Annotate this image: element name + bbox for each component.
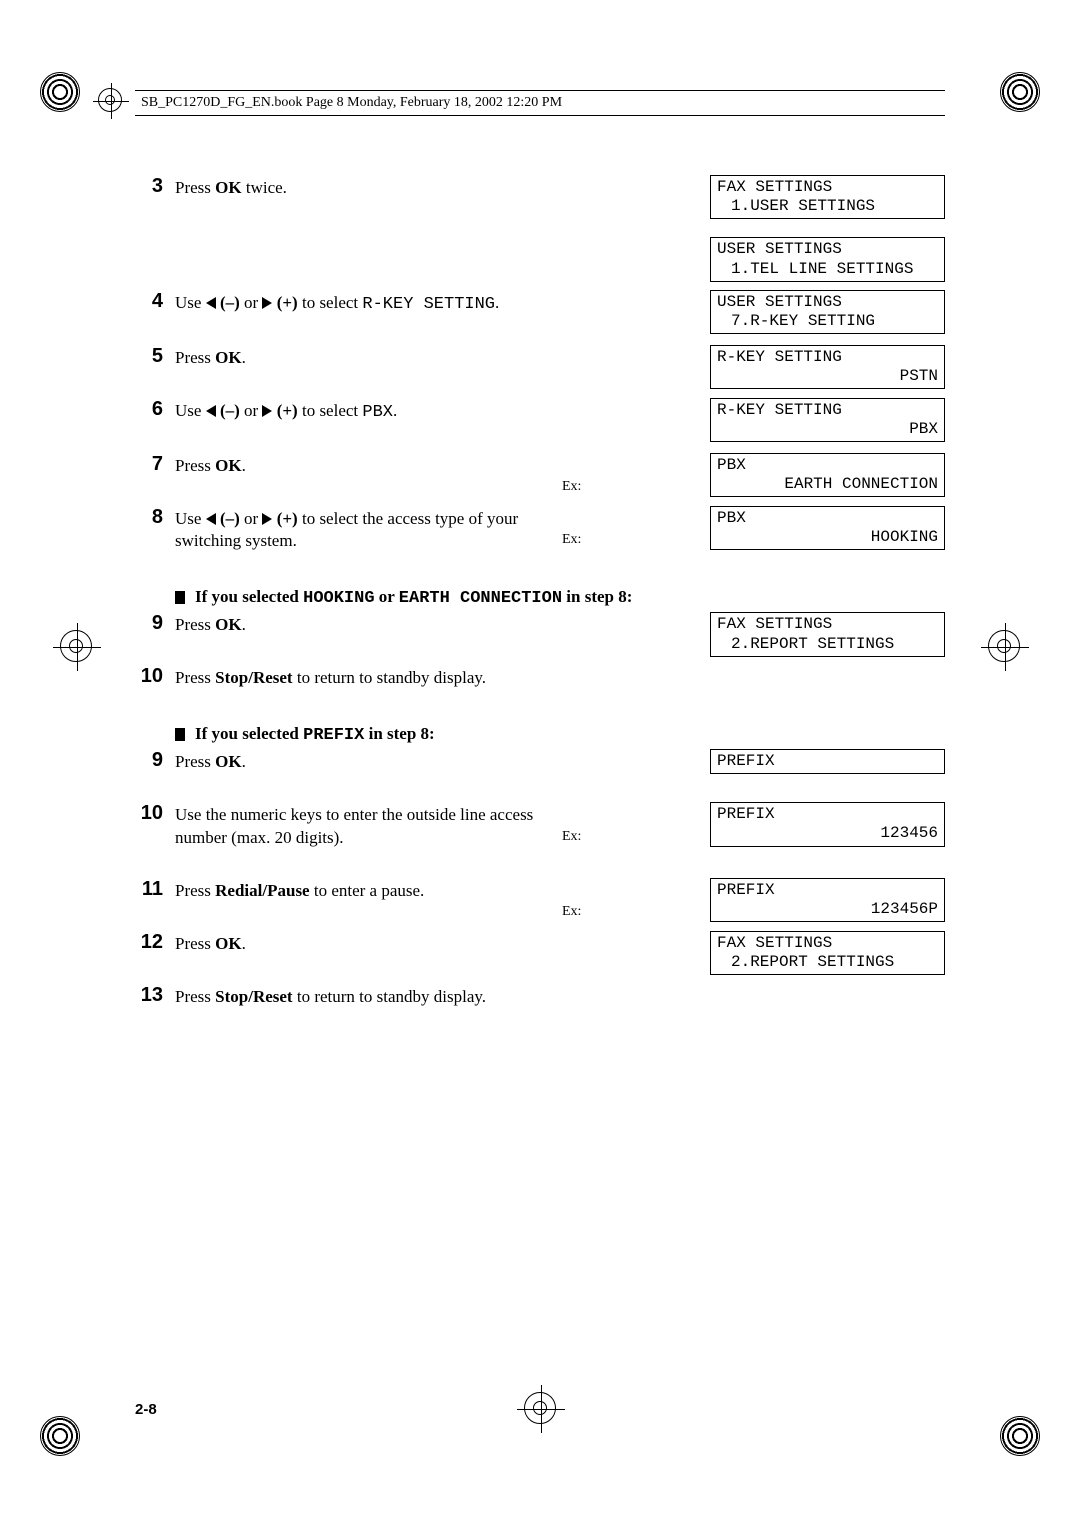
step-text: Press OK. xyxy=(175,931,246,956)
lcd-user-rkey: USER SETTINGS7.R-KEY SETTING xyxy=(710,290,945,334)
lcd-prefix-123456p: PREFIX123456P xyxy=(710,878,945,922)
lcd-user-tel-line: USER SETTINGS1.TEL LINE SETTINGS xyxy=(710,237,945,281)
crop-reg-header xyxy=(98,88,122,112)
step-num: 3 xyxy=(135,175,163,200)
step-text: Press OK. xyxy=(175,453,246,478)
triangle-left-icon xyxy=(206,405,216,417)
step-3: 3 Press OK twice. xyxy=(135,175,570,200)
content-area: 3 Press OK twice. FAX SETTINGS1.USER SET… xyxy=(135,175,945,1037)
step-9b: 9 Press OK. xyxy=(135,749,570,774)
triangle-left-icon xyxy=(206,297,216,309)
lcd-rkey-pbx: R-KEY SETTINGPBX xyxy=(710,398,945,442)
lcd-prefix-123456: PREFIX123456 xyxy=(710,802,945,846)
ex-label: Ex: xyxy=(562,904,581,920)
step-text: Press OK twice. xyxy=(175,175,287,200)
triangle-right-icon xyxy=(262,513,272,525)
step-9a: 9 Press OK. xyxy=(135,612,570,637)
crop-reg-right xyxy=(988,630,1020,662)
triangle-left-icon xyxy=(206,513,216,525)
lcd-fax-report-2: FAX SETTINGS2.REPORT SETTINGS xyxy=(710,931,945,975)
step-text: Use (–) or (+) to select PBX. xyxy=(175,398,397,425)
triangle-right-icon xyxy=(262,297,272,309)
page-header: SB_PC1270D_FG_EN.book Page 8 Monday, Feb… xyxy=(135,90,945,116)
subhead-hooking-earth: If you selected HOOKING or EARTH CONNECT… xyxy=(175,587,945,608)
step-text: Press OK. xyxy=(175,345,246,370)
step-text: Use the numeric keys to enter the outsid… xyxy=(175,802,570,850)
step-text: Press OK. xyxy=(175,612,246,637)
subhead-prefix: If you selected PREFIX in step 8: xyxy=(175,724,945,745)
bullet-icon xyxy=(175,591,185,604)
step-text: Press OK. xyxy=(175,749,246,774)
step-text: Press Stop/Reset to return to standby di… xyxy=(175,665,486,690)
step-num: 9 xyxy=(135,612,163,637)
page-container: SB_PC1270D_FG_EN.book Page 8 Monday, Feb… xyxy=(0,0,1080,1528)
lcd-prefix-empty: PREFIX xyxy=(710,749,945,774)
step-num: 4 xyxy=(135,290,163,317)
step-10a: 10 Press Stop/Reset to return to standby… xyxy=(135,665,570,690)
step-num: 6 xyxy=(135,398,163,425)
lcd-pbx-earth: PBXEARTH CONNECTION xyxy=(710,453,945,497)
ex-label: Ex: xyxy=(562,479,581,495)
step-10b: 10 Use the numeric keys to enter the out… xyxy=(135,802,570,850)
triangle-right-icon xyxy=(262,405,272,417)
ex-label: Ex: xyxy=(562,532,581,548)
lcd-fax-report-1: FAX SETTINGS2.REPORT SETTINGS xyxy=(710,612,945,656)
step-text: Press Stop/Reset to return to standby di… xyxy=(175,984,486,1009)
lcd-fax-user-settings: FAX SETTINGS1.USER SETTINGS xyxy=(710,175,945,219)
step-num: 12 xyxy=(135,931,163,956)
crop-reg-left xyxy=(60,630,92,662)
page-number: 2-8 xyxy=(135,1401,157,1418)
crop-corner-tl xyxy=(40,72,80,112)
step-text: Press Redial/Pause to enter a pause. xyxy=(175,878,424,903)
bullet-icon xyxy=(175,728,185,741)
step-text: Use (–) or (+) to select R-KEY SETTING. xyxy=(175,290,499,317)
crop-corner-bl xyxy=(40,1416,80,1456)
step-text: Use (–) or (+) to select the access type… xyxy=(175,506,570,554)
step-num: 7 xyxy=(135,453,163,478)
step-7: 7 Press OK. xyxy=(135,453,570,478)
crop-reg-bottom xyxy=(524,1392,556,1424)
crop-corner-br xyxy=(1000,1416,1040,1456)
step-6: 6 Use (–) or (+) to select PBX. xyxy=(135,398,570,425)
step-num: 9 xyxy=(135,749,163,774)
step-5: 5 Press OK. xyxy=(135,345,570,370)
lcd-rkey-pstn: R-KEY SETTINGPSTN xyxy=(710,345,945,389)
step-num: 10 xyxy=(135,802,163,850)
step-11: 11 Press Redial/Pause to enter a pause. xyxy=(135,878,570,903)
crop-corner-tr xyxy=(1000,72,1040,112)
step-num: 8 xyxy=(135,506,163,554)
step-8: 8 Use (–) or (+) to select the access ty… xyxy=(135,506,570,554)
lcd-pbx-hooking: PBXHOOKING xyxy=(710,506,945,550)
step-num: 11 xyxy=(135,878,163,903)
step-12: 12 Press OK. xyxy=(135,931,570,956)
step-num: 5 xyxy=(135,345,163,370)
step-4: 4 Use (–) or (+) to select R-KEY SETTING… xyxy=(135,290,570,317)
step-num: 13 xyxy=(135,984,163,1009)
step-13: 13 Press Stop/Reset to return to standby… xyxy=(135,984,570,1009)
ex-label: Ex: xyxy=(562,829,581,845)
step-num: 10 xyxy=(135,665,163,690)
